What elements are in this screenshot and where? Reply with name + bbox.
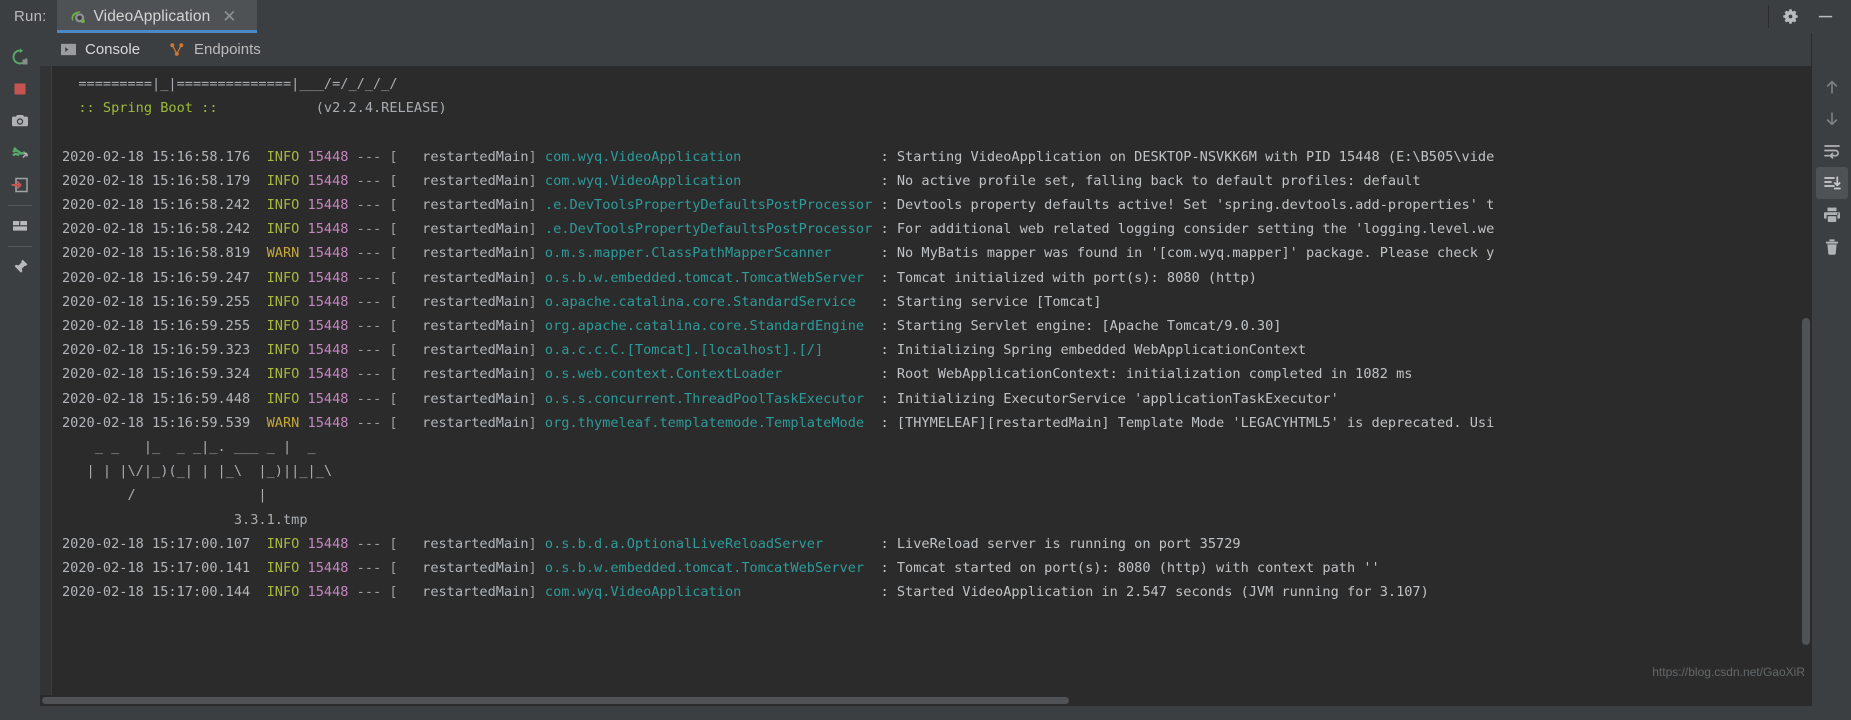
- console-log-line: 2020-02-18 15:16:58.819 WARN 15448 --- […: [62, 245, 1495, 262]
- titlebar-filler: [256, 0, 1768, 33]
- soft-wrap-button[interactable]: [1816, 135, 1848, 167]
- endpoints-icon: [168, 42, 186, 57]
- console-tabstrip: Console Endpoints: [40, 33, 1811, 66]
- titlebar-actions: [1769, 0, 1851, 33]
- thread-dump-button[interactable]: [4, 137, 36, 169]
- tab-endpoints-label: Endpoints: [194, 41, 261, 58]
- run-tab-label: VideoApplication: [93, 7, 211, 25]
- console-log-line: 2020-02-18 15:17:00.141 INFO 15448 --- […: [62, 560, 1380, 577]
- console-panel: Console Endpoints =========|_|==========…: [40, 33, 1811, 706]
- screenshot-button[interactable]: [4, 105, 36, 137]
- console-log-line: 2020-02-18 15:16:59.255 INFO 15448 --- […: [62, 318, 1282, 335]
- console-text[interactable]: =========|_|==============|___/=/_/_/_/ …: [52, 66, 1811, 695]
- console-log-line: 2020-02-18 15:16:59.323 INFO 15448 --- […: [62, 342, 1307, 359]
- console-gutter: [40, 66, 52, 695]
- console-log-line: 2020-02-18 15:16:59.448 INFO 15448 --- […: [62, 390, 1339, 407]
- console-log-line: 2020-02-18 15:16:58.179 INFO 15448 --- […: [62, 172, 1421, 189]
- pin-tab-button[interactable]: [4, 251, 36, 283]
- console-log-line: 2020-02-18 15:16:58.242 INFO 15448 --- […: [62, 197, 1495, 214]
- console-output-area: =========|_|==============|___/=/_/_/_/ …: [40, 66, 1811, 695]
- print-button[interactable]: [1816, 199, 1848, 231]
- mybatis-banner-line: / |: [62, 487, 267, 504]
- tab-active-underline: [56, 30, 257, 33]
- console-actions-toolbar: [1811, 33, 1851, 706]
- toolbar-divider: [8, 205, 32, 206]
- spring-boot-leaf-icon: [69, 8, 87, 26]
- tab-console[interactable]: Console: [46, 33, 154, 66]
- run-configuration-tab[interactable]: VideoApplication ✕: [56, 0, 257, 33]
- console-log-line: 2020-02-18 15:16:59.255 INFO 15448 --- […: [62, 293, 1102, 310]
- console-log-line: 2020-02-18 15:16:58.176 INFO 15448 --- […: [62, 148, 1495, 165]
- tab-console-label: Console: [85, 41, 141, 58]
- layout-button[interactable]: [4, 210, 36, 242]
- console-log-line: 2020-02-18 15:17:00.107 INFO 15448 --- […: [62, 535, 1241, 552]
- mybatis-banner-line: | | |\/|_)(_| | |_\ |_)||_|_\: [62, 463, 333, 480]
- spring-banner-version: :: Spring Boot :: (v2.2.4.RELEASE): [62, 100, 447, 117]
- run-actions-toolbar: [0, 33, 40, 706]
- console-vertical-scrollbar[interactable]: [1801, 66, 1811, 695]
- mybatis-banner-line: _ _ |_ _ _|_. ___ _ | _: [62, 439, 316, 456]
- rerun-button[interactable]: [4, 41, 36, 73]
- console-log-line: 2020-02-18 15:16:59.247 INFO 15448 --- […: [62, 269, 1257, 286]
- run-window-titlebar: Run: VideoApplication ✕: [0, 0, 1851, 33]
- console-log-line: 2020-02-18 15:17:00.144 INFO 15448 --- […: [62, 584, 1429, 601]
- clear-all-button[interactable]: [1816, 231, 1848, 263]
- close-icon[interactable]: ✕: [222, 8, 236, 25]
- run-tool-window: Run: VideoApplication ✕ Console Endpoint…: [0, 0, 1851, 720]
- minimize-icon[interactable]: [1816, 7, 1835, 26]
- mybatis-banner-line: 3.3.1.tmp: [62, 511, 308, 528]
- run-window-body: Console Endpoints =========|_|==========…: [0, 33, 1851, 706]
- toolbar-divider-2: [8, 246, 32, 247]
- tab-endpoints[interactable]: Endpoints: [154, 33, 275, 66]
- console-log-line: 2020-02-18 15:16:58.242 INFO 15448 --- […: [62, 221, 1495, 238]
- console-horizontal-scrollbar[interactable]: [40, 695, 1811, 706]
- run-label: Run:: [14, 8, 47, 25]
- console-log-line: 2020-02-18 15:16:59.539 WARN 15448 --- […: [62, 414, 1495, 431]
- console-icon: [60, 42, 77, 57]
- spring-banner-ascii: =========|_|==============|___/=/_/_/_/: [62, 76, 398, 92]
- gear-icon[interactable]: [1781, 7, 1800, 26]
- attach-button[interactable]: [4, 169, 36, 201]
- scroll-to-end-button[interactable]: [1815, 167, 1848, 199]
- console-log-line: 2020-02-18 15:16:59.324 INFO 15448 --- […: [62, 366, 1413, 383]
- up-button[interactable]: [1816, 71, 1848, 103]
- status-bar: [0, 706, 1851, 720]
- stop-button[interactable]: [4, 73, 36, 105]
- down-button[interactable]: [1816, 103, 1848, 135]
